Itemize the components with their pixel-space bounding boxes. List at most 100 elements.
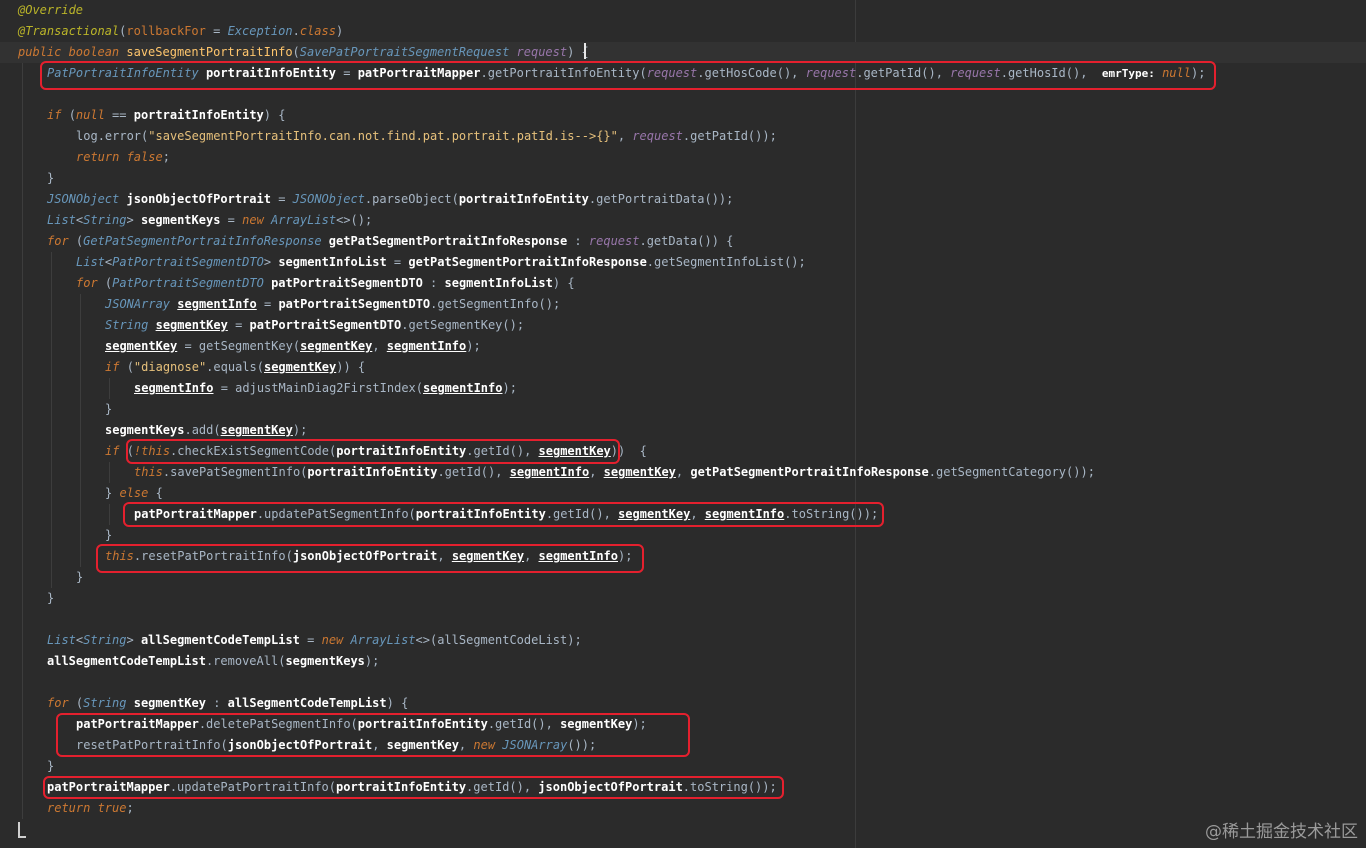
code-line[interactable]: segmentKey = getSegmentKey(segmentKey, s… xyxy=(105,336,481,357)
code-line[interactable]: segmentKeys.add(segmentKey); xyxy=(105,420,307,441)
code-token: .getData()) { xyxy=(639,234,734,248)
code-line[interactable]: log.error("saveSegmentPortraitInfo.can.n… xyxy=(76,126,777,147)
code-token: patPortraitSegmentDTO xyxy=(249,318,402,332)
code-line[interactable]: for (GetPatSegmentPortraitInfoResponse g… xyxy=(47,231,733,252)
code-token: ( xyxy=(68,108,76,122)
code-line[interactable]: segmentInfo = adjustMainDiag2FirstIndex(… xyxy=(134,378,517,399)
code-token: String xyxy=(105,318,149,332)
code-token: new xyxy=(321,633,351,647)
code-token: , xyxy=(675,465,691,479)
code-token: .parseObject( xyxy=(364,192,459,206)
code-line[interactable]: @Override xyxy=(18,0,83,21)
code-line[interactable]: } xyxy=(76,567,83,588)
code-line[interactable]: @Transactional(rollbackFor = Exception.c… xyxy=(18,21,343,42)
code-line[interactable]: public boolean saveSegmentPortraitInfo(S… xyxy=(0,42,1366,63)
code-token: segmentKey xyxy=(105,339,178,353)
right-margin-guide xyxy=(855,0,856,848)
code-token: .removeAll( xyxy=(205,654,286,668)
code-token: if xyxy=(47,108,69,122)
code-token: getPatSegmentPortraitInfoResponse xyxy=(408,255,647,269)
code-token: segmentKeys xyxy=(285,654,365,668)
code-token: = getSegmentKey( xyxy=(177,339,301,353)
code-token: )) { xyxy=(336,360,366,374)
code-line[interactable]: List<String> segmentKeys = new ArrayList… xyxy=(47,210,372,231)
code-editor[interactable]: @Override @Transactional(rollbackFor = Ex… xyxy=(0,0,1366,848)
code-token: , xyxy=(372,339,387,353)
code-token: ) xyxy=(335,24,344,38)
indent-guide xyxy=(80,294,81,567)
code-token: : xyxy=(205,696,228,710)
code-token: } xyxy=(47,759,55,773)
code-line[interactable]: for (String segmentKey : allSegmentCodeT… xyxy=(47,693,408,714)
fold-marker-icon[interactable] xyxy=(18,822,26,838)
code-line[interactable]: return true; xyxy=(47,798,134,819)
code-token: ( xyxy=(292,45,300,59)
code-line[interactable]: JSONArray segmentInfo = patPortraitSegme… xyxy=(105,294,560,315)
indent-guide xyxy=(109,504,110,525)
code-token: ; xyxy=(126,801,134,815)
code-token: for xyxy=(47,696,76,710)
code-token: for xyxy=(76,276,105,290)
code-line[interactable]: if (null == portraitInfoEntity) { xyxy=(47,105,285,126)
code-token: allSegmentCodeTempList xyxy=(140,633,300,647)
code-line[interactable]: } xyxy=(105,525,112,546)
indent-guide xyxy=(51,252,52,588)
code-line[interactable]: return false; xyxy=(76,147,170,168)
code-token: ); xyxy=(466,339,481,353)
code-line[interactable]: this.savePatSegmentInfo(portraitInfoEnti… xyxy=(134,462,1095,483)
code-token: for xyxy=(47,234,76,248)
code-token: = xyxy=(270,192,293,206)
code-line[interactable]: } xyxy=(47,168,54,189)
code-token: = xyxy=(227,318,250,332)
code-line[interactable]: List<PatPortraitSegmentDTO> segmentInfoL… xyxy=(76,252,806,273)
code-token: portraitInfoEntity xyxy=(458,192,589,206)
code-token: ); xyxy=(292,423,308,437)
code-token: : xyxy=(422,276,445,290)
code-token: > xyxy=(126,213,141,227)
highlight-box-update-portrait xyxy=(43,776,784,799)
code-line[interactable]: List<String> allSegmentCodeTempList = ne… xyxy=(47,630,582,651)
code-line[interactable]: } xyxy=(105,399,112,420)
code-token: .equals( xyxy=(206,360,264,374)
code-token: : xyxy=(567,234,589,248)
code-token: class xyxy=(299,24,336,38)
code-token: String xyxy=(83,633,127,647)
code-token: segmentInfo xyxy=(177,297,257,311)
code-token: } xyxy=(47,591,55,605)
code-token: .getId(), xyxy=(437,465,510,479)
code-token: } xyxy=(105,486,120,500)
indent-guide xyxy=(22,63,23,819)
code-token: String xyxy=(83,696,127,710)
code-token: .add( xyxy=(184,423,221,437)
code-line[interactable]: if ("diagnose".equals(segmentKey)) { xyxy=(105,357,365,378)
highlight-box-reset-portrait xyxy=(96,544,644,573)
code-token: getPatSegmentPortraitInfoResponse xyxy=(321,234,568,248)
code-token: "diagnose" xyxy=(133,360,207,374)
code-token: request xyxy=(632,129,683,143)
highlight-box-check-exist xyxy=(126,439,620,464)
code-token: @Transactional xyxy=(18,24,120,38)
code-line[interactable]: } else { xyxy=(105,483,163,504)
code-token: segmentInfoList xyxy=(444,276,553,290)
code-token: segmentKeys xyxy=(105,423,185,437)
highlight-box-delete-reset xyxy=(56,713,690,757)
code-line[interactable]: } xyxy=(47,756,54,777)
code-token: PatPortraitSegmentDTO xyxy=(112,276,264,290)
code-token: if xyxy=(105,360,127,374)
code-token: PatPortraitSegmentDTO xyxy=(112,255,264,269)
code-token: .error( xyxy=(97,129,149,143)
code-line[interactable]: } xyxy=(47,588,54,609)
code-token: patPortraitSegmentDTO xyxy=(278,297,431,311)
code-token: segmentKey xyxy=(155,318,228,332)
code-token: if xyxy=(105,444,127,458)
code-line[interactable]: allSegmentCodeTempList.removeAll(segment… xyxy=(47,651,379,672)
code-line[interactable]: String segmentKey = patPortraitSegmentDT… xyxy=(105,315,524,336)
code-line[interactable]: for (PatPortraitSegmentDTO patPortraitSe… xyxy=(76,273,575,294)
code-token: ); xyxy=(502,381,517,395)
code-token: @Override xyxy=(18,3,84,17)
code-token: "saveSegmentPortraitInfo.can.not.find.pa… xyxy=(148,129,618,143)
code-token: segmentKey xyxy=(126,696,206,710)
code-line[interactable]: JSONObject jsonObjectOfPortrait = JSONOb… xyxy=(47,189,733,210)
code-token: getPatSegmentPortraitInfoResponse xyxy=(690,465,929,479)
